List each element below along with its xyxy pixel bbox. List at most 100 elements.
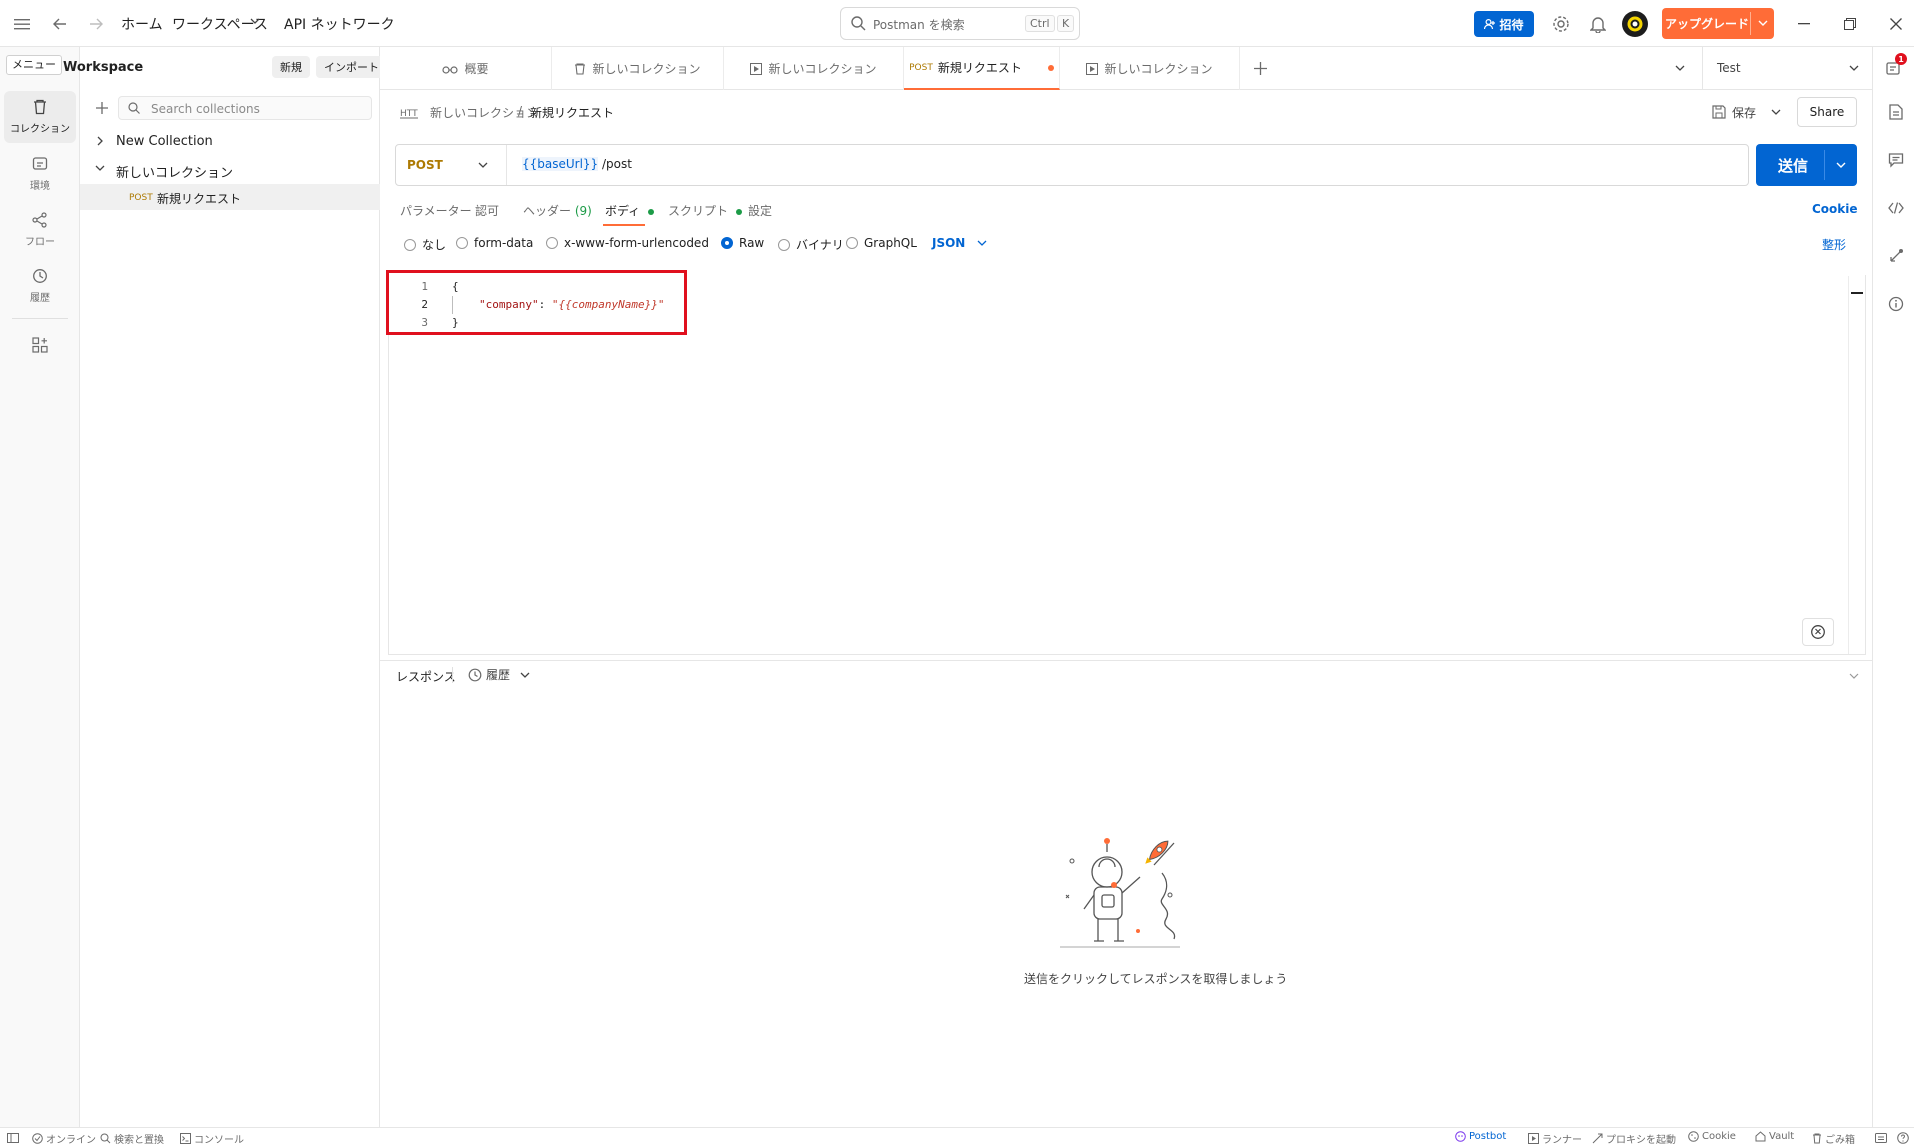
code-icon[interactable] bbox=[1886, 198, 1906, 218]
nav-api-network[interactable]: API ネットワーク bbox=[284, 14, 395, 34]
collapse-response-chevron-icon[interactable] bbox=[1846, 670, 1862, 682]
body-option-graphql[interactable]: GraphQL bbox=[846, 236, 917, 250]
info-icon[interactable] bbox=[1886, 294, 1906, 314]
tabs-overflow-chevron-icon[interactable] bbox=[1672, 60, 1688, 76]
body-option-raw[interactable]: Raw bbox=[721, 236, 764, 250]
bell-icon[interactable] bbox=[1587, 13, 1609, 35]
runner-button[interactable]: ランナー bbox=[1528, 1131, 1582, 1146]
shortcuts-icon[interactable] bbox=[1874, 1131, 1888, 1145]
tab-overview[interactable]: 概要 bbox=[380, 47, 552, 90]
body-option-binary[interactable]: バイナリ bbox=[778, 236, 844, 253]
hamburger-menu-icon[interactable] bbox=[12, 14, 32, 34]
tree-item-label: 新規リクエスト bbox=[157, 192, 242, 206]
tab-collection-1[interactable]: 新しいコレクション bbox=[552, 47, 724, 90]
minimize-window-icon[interactable] bbox=[1794, 14, 1814, 34]
tree-item-new-collection[interactable]: New Collection bbox=[80, 128, 380, 154]
postbot-button[interactable]: Postbot bbox=[1455, 1131, 1506, 1142]
body-option-form-data[interactable]: form-data bbox=[456, 236, 533, 250]
rail-item-collections[interactable]: コレクション bbox=[4, 91, 76, 143]
console-button[interactable]: コンソール bbox=[180, 1131, 244, 1146]
method-badge: POST bbox=[129, 193, 153, 203]
tab-body[interactable]: ボディ bbox=[605, 202, 654, 219]
play-icon bbox=[1528, 1133, 1539, 1144]
chevron-down-icon[interactable] bbox=[250, 18, 260, 24]
chevron-down-icon bbox=[1758, 20, 1768, 26]
format-label: JSON bbox=[932, 236, 966, 250]
rail-item-history[interactable]: 履歴 bbox=[4, 260, 76, 312]
breadcrumb-current[interactable]: 新規リクエスト bbox=[530, 104, 614, 121]
share-button[interactable]: Share bbox=[1797, 97, 1857, 127]
http-request-icon: HTTP bbox=[400, 104, 418, 120]
environment-selector[interactable]: Test bbox=[1703, 47, 1872, 90]
new-button[interactable]: 新規 bbox=[272, 56, 310, 78]
proxy-button[interactable]: プロキシを起動 bbox=[1592, 1131, 1676, 1146]
save-options-chevron-icon[interactable] bbox=[1768, 104, 1784, 120]
chevron-down-icon bbox=[1849, 65, 1859, 71]
rail-item-apps[interactable] bbox=[4, 322, 76, 368]
tree-item-request[interactable]: POST 新規リクエスト bbox=[80, 184, 380, 210]
rail-item-environments[interactable]: 環境 bbox=[4, 148, 76, 200]
tab-auth[interactable]: 認可 bbox=[475, 202, 499, 219]
forward-arrow-icon[interactable] bbox=[86, 14, 106, 34]
trash-label: ごみ箱 bbox=[1825, 1135, 1855, 1146]
option-label: x-www-form-urlencoded bbox=[564, 236, 709, 250]
nav-workspaces[interactable]: ワークスペース bbox=[172, 14, 268, 34]
history-icon bbox=[32, 268, 48, 284]
tab-scripts[interactable]: スクリプト bbox=[668, 202, 742, 219]
settings-gear-icon[interactable] bbox=[1550, 13, 1572, 35]
body-option-none[interactable]: なし bbox=[404, 236, 446, 253]
invite-button[interactable]: 招待 bbox=[1474, 11, 1534, 37]
tab-collection-2[interactable]: 新しいコレクション bbox=[724, 47, 904, 90]
tree-item-new-collection-ja[interactable]: 新しいコレクション bbox=[80, 156, 380, 182]
kbd-k: K bbox=[1057, 15, 1075, 32]
tab-collection-3[interactable]: 新しいコレクション bbox=[1060, 47, 1240, 90]
method-select[interactable]: POST bbox=[396, 145, 506, 185]
tab-params[interactable]: パラメーター bbox=[400, 202, 472, 219]
tab-label: 新しいコレクション bbox=[592, 62, 701, 76]
save-button[interactable]: 保存 bbox=[1708, 101, 1760, 123]
rail-item-flows[interactable]: フロー bbox=[4, 204, 76, 256]
snippets-icon[interactable] bbox=[1802, 618, 1834, 646]
kbd-ctrl: Ctrl bbox=[1025, 15, 1055, 32]
upgrade-button[interactable]: アップグレード bbox=[1662, 8, 1774, 39]
documentation-icon[interactable] bbox=[1886, 102, 1906, 122]
add-collection-icon[interactable] bbox=[92, 98, 112, 118]
save-label: 保存 bbox=[1731, 105, 1756, 120]
tab-request[interactable]: POST 新規リクエスト bbox=[904, 47, 1060, 90]
divider bbox=[1750, 12, 1751, 35]
trash-button[interactable]: ごみ箱 bbox=[1812, 1131, 1855, 1146]
new-tab-plus-icon[interactable] bbox=[1250, 58, 1270, 78]
send-button[interactable]: 送信 bbox=[1756, 144, 1857, 186]
radio-selected bbox=[721, 237, 733, 249]
back-arrow-icon[interactable] bbox=[50, 14, 70, 34]
url-input[interactable]: {{baseUrl}} /post bbox=[522, 157, 632, 175]
scroll-thumb[interactable] bbox=[1851, 292, 1863, 294]
tab-settings[interactable]: 設定 bbox=[748, 202, 772, 219]
tab-headers[interactable]: ヘッダー (9) bbox=[523, 202, 592, 219]
response-empty-hint: 送信をクリックしてレスポンスを取得しましょう bbox=[1024, 972, 1288, 986]
vault-button[interactable]: Vault bbox=[1755, 1131, 1794, 1142]
import-button[interactable]: インポート bbox=[316, 56, 387, 78]
avatar[interactable] bbox=[1622, 11, 1648, 37]
response-history-button[interactable]: 履歴 bbox=[468, 666, 530, 683]
workspace-name[interactable]: y Workspace bbox=[50, 60, 143, 75]
beautify-link[interactable]: 整形 bbox=[1822, 236, 1846, 253]
global-search-input[interactable]: Postman を検索 Ctrl K bbox=[840, 7, 1080, 40]
cookies-button[interactable]: Cookie bbox=[1688, 1131, 1736, 1142]
body-option-urlencoded[interactable]: x-www-form-urlencoded bbox=[546, 236, 709, 250]
flows-icon bbox=[32, 212, 48, 228]
body-format-select[interactable]: JSON bbox=[932, 236, 987, 250]
toggle-sidebar-icon[interactable] bbox=[6, 1132, 20, 1144]
comments-icon[interactable] bbox=[1886, 150, 1906, 170]
nav-home[interactable]: ホーム bbox=[121, 14, 163, 34]
collections-search-input[interactable]: Search collections bbox=[118, 96, 372, 120]
close-window-icon[interactable] bbox=[1886, 14, 1906, 34]
chevron-down-icon bbox=[95, 165, 105, 171]
restore-window-icon[interactable] bbox=[1840, 14, 1860, 34]
find-replace-button[interactable]: 検索と置換 bbox=[100, 1131, 164, 1146]
related-collections-icon[interactable] bbox=[1886, 246, 1906, 266]
help-icon[interactable] bbox=[1896, 1131, 1910, 1145]
editor-scrollbar[interactable] bbox=[1848, 276, 1864, 654]
online-status[interactable]: オンライン bbox=[32, 1131, 96, 1146]
cookies-link[interactable]: Cookie bbox=[1812, 202, 1858, 216]
